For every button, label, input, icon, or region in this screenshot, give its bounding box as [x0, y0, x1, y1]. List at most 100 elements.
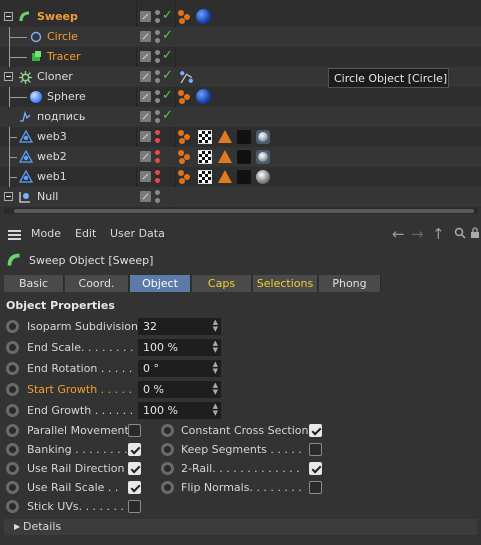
expand-toggle[interactable] [4, 192, 13, 201]
collapse-toggle[interactable] [4, 72, 13, 81]
visibility-dots[interactable] [155, 70, 160, 84]
two-rail-checkbox[interactable] [309, 462, 322, 475]
keep-segments-checkbox[interactable] [309, 443, 322, 456]
tab-basic[interactable]: Basic [4, 275, 64, 292]
animate-radio-icon[interactable] [6, 383, 19, 396]
banking-checkbox[interactable] [128, 443, 141, 456]
texture-tag-icon[interactable] [198, 170, 212, 184]
object-row-podpis[interactable]: подпись ✓ [0, 107, 481, 127]
object-row-null[interactable]: Null [0, 187, 481, 207]
material-tag-icon[interactable] [237, 130, 251, 144]
layer-box[interactable] [140, 171, 151, 182]
menu-user-data[interactable]: User Data [110, 227, 165, 240]
visibility-dots[interactable] [155, 130, 160, 144]
details-group[interactable]: ▶ Details [4, 519, 477, 535]
object-row-web2[interactable]: web2 [0, 147, 481, 167]
animate-radio-icon[interactable] [6, 341, 19, 354]
layer-box[interactable] [140, 191, 151, 202]
layer-box[interactable] [140, 91, 151, 102]
scrollbar-thumb[interactable] [14, 209, 474, 213]
animate-radio-icon[interactable] [6, 424, 19, 437]
spinner-icon[interactable]: ▲ ▼ [213, 319, 218, 333]
layer-box[interactable] [140, 11, 151, 22]
hamburger-menu-icon[interactable] [8, 230, 21, 240]
animate-radio-icon[interactable] [161, 462, 174, 475]
enabled-check-icon[interactable]: ✓ [162, 48, 173, 63]
object-row-circle[interactable]: Circle ✓ [0, 27, 481, 47]
layer-box[interactable] [140, 31, 151, 42]
visibility-dots[interactable] [155, 190, 160, 204]
phong-tag-icon[interactable] [178, 90, 192, 104]
uvw-tag-icon[interactable] [218, 170, 232, 183]
tab-phong[interactable]: Phong [319, 275, 381, 292]
material-tag-icon[interactable] [196, 89, 211, 104]
animate-radio-icon[interactable] [6, 481, 19, 494]
visibility-dots[interactable] [155, 110, 160, 124]
constant-cross-section-checkbox[interactable] [309, 424, 322, 437]
search-icon[interactable] [454, 227, 466, 239]
visibility-dots[interactable] [155, 50, 160, 64]
layer-box[interactable] [140, 71, 151, 82]
object-row-tracer[interactable]: Tracer ✓ [0, 47, 481, 67]
object-row-web1[interactable]: web1 [0, 167, 481, 187]
visibility-dots[interactable] [155, 150, 160, 164]
back-arrow-icon[interactable]: ← [392, 225, 405, 243]
spinner-icon[interactable]: ▲ ▼ [213, 382, 218, 396]
animate-radio-icon[interactable] [6, 443, 19, 456]
phong-tag-icon[interactable] [178, 170, 192, 184]
enabled-check-icon[interactable]: ✓ [162, 28, 173, 43]
end-rotation-field[interactable]: 0 ° ▲ ▼ [138, 360, 221, 377]
isoparm-subdivision-field[interactable]: 32 ▲ ▼ [138, 318, 221, 335]
horizontal-scrollbar[interactable] [4, 208, 478, 214]
forward-arrow-icon[interactable]: → [411, 225, 424, 243]
phong-tag-icon[interactable] [178, 150, 192, 164]
material-tag-icon[interactable] [256, 130, 270, 144]
animate-radio-icon[interactable] [6, 404, 19, 417]
enabled-check-icon[interactable]: ✓ [162, 8, 173, 23]
tab-object[interactable]: Object [130, 275, 191, 292]
use-rail-scale-checkbox[interactable] [128, 481, 141, 494]
visibility-dots[interactable] [155, 30, 160, 44]
tab-selections[interactable]: Selections [253, 275, 318, 292]
end-scale-field[interactable]: 100 % ▲ ▼ [138, 339, 221, 356]
start-growth-field[interactable]: 0 % ▲ ▼ [138, 381, 221, 398]
menu-edit[interactable]: Edit [75, 227, 96, 240]
object-row-web3[interactable]: web3 [0, 127, 481, 147]
layer-box[interactable] [140, 51, 151, 62]
cloner-tag-icon[interactable] [179, 70, 194, 85]
texture-tag-icon[interactable] [198, 130, 212, 144]
animate-radio-icon[interactable] [6, 500, 19, 513]
object-row-sphere[interactable]: Sphere ✓ [0, 87, 481, 107]
menu-mode[interactable]: Mode [31, 227, 61, 240]
uvw-tag-icon[interactable] [218, 150, 232, 163]
spinner-icon[interactable]: ▲ ▼ [213, 340, 218, 354]
up-arrow-icon[interactable]: ↑ [432, 225, 445, 243]
phong-tag-icon[interactable] [178, 130, 192, 144]
enabled-check-icon[interactable]: ✓ [162, 68, 173, 83]
expand-arrow-icon[interactable]: ▶ [14, 522, 20, 531]
layer-box[interactable] [140, 131, 151, 142]
texture-tag-icon[interactable] [198, 150, 212, 164]
lock-icon[interactable] [469, 227, 481, 239]
visibility-dots[interactable] [155, 90, 160, 104]
visibility-dots[interactable] [155, 10, 160, 24]
end-growth-field[interactable]: 100 % ▲ ▼ [138, 402, 221, 419]
material-tag-icon[interactable] [237, 150, 251, 164]
uvw-tag-icon[interactable] [218, 130, 232, 143]
animate-radio-icon[interactable] [6, 462, 19, 475]
animate-radio-icon[interactable] [161, 481, 174, 494]
use-rail-direction-checkbox[interactable] [128, 462, 141, 475]
enabled-check-icon[interactable]: ✓ [162, 108, 173, 123]
material-tag-icon[interactable] [237, 170, 251, 184]
flip-normals-checkbox[interactable] [309, 481, 322, 494]
layer-box[interactable] [140, 151, 151, 162]
enabled-check-icon[interactable]: ✓ [162, 88, 173, 103]
tab-caps[interactable]: Caps [192, 275, 252, 292]
parallel-movement-checkbox[interactable] [128, 424, 141, 437]
spinner-icon[interactable]: ▲ ▼ [213, 361, 218, 375]
phong-tag-icon[interactable] [178, 10, 192, 24]
stick-uvs-checkbox[interactable] [128, 500, 141, 513]
object-row-sweep[interactable]: Sweep ✓ [0, 7, 481, 27]
tab-coord[interactable]: Coord. [65, 275, 129, 292]
animate-radio-icon[interactable] [6, 320, 19, 333]
